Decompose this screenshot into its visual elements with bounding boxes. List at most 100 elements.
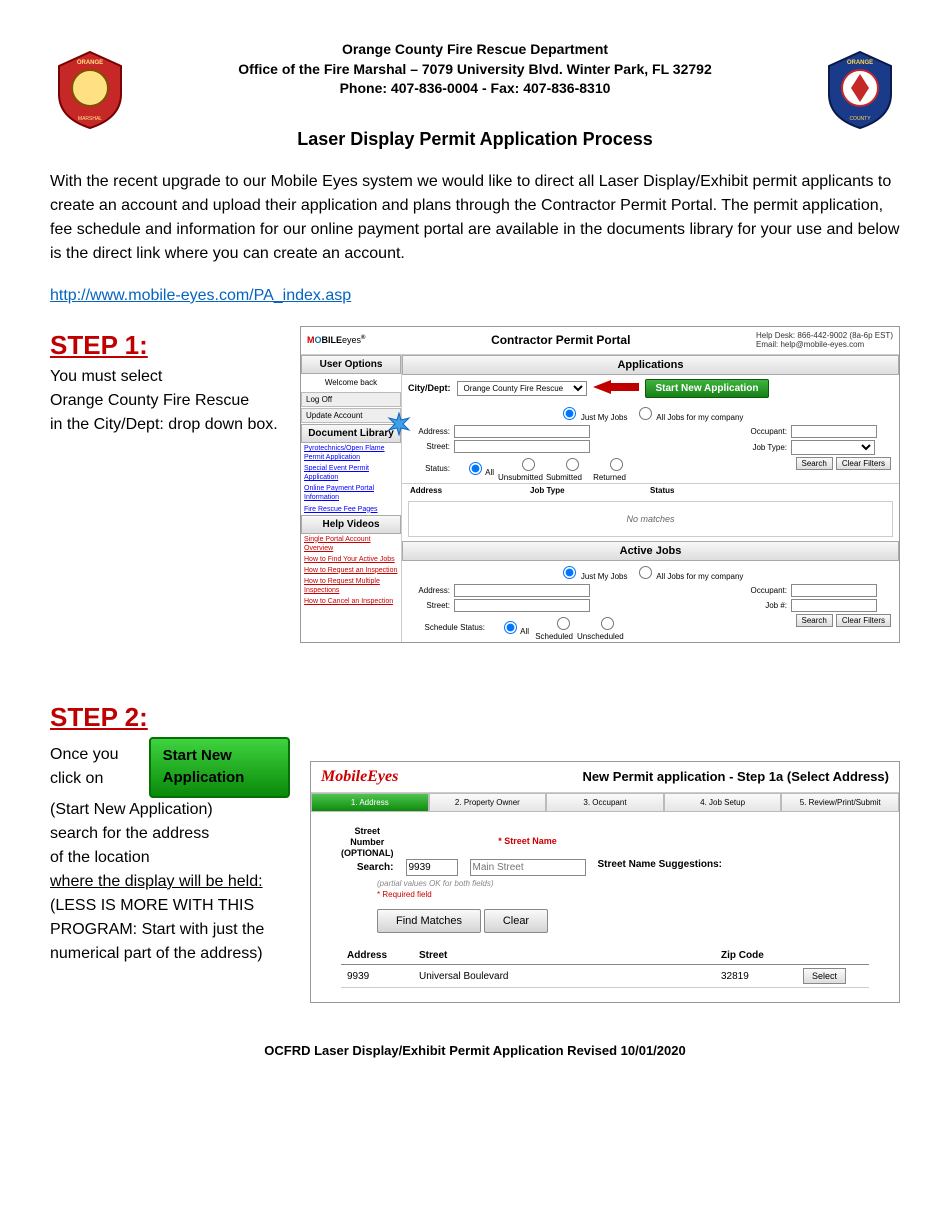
doc-link[interactable]: Fire Rescue Fee Pages [301, 504, 401, 515]
street-name-input[interactable] [470, 859, 586, 876]
aj-address-label: Address: [410, 586, 450, 595]
sched-unscheduled-radio[interactable]: Unscheduled [577, 614, 617, 641]
video-link[interactable]: How to Request an Inspection [301, 565, 401, 576]
aj-occupant-label: Occupant: [737, 586, 787, 595]
screenshot-step1: MOBILEeyes® Contractor Permit Portal Hel… [300, 326, 900, 643]
clear-button[interactable]: Clear [484, 909, 548, 933]
find-matches-button[interactable]: Find Matches [377, 909, 481, 933]
status-all-radio[interactable]: All [454, 459, 494, 477]
sched-all-radio[interactable]: All [489, 618, 529, 636]
street-number-label: Street Number (OPTIONAL) [341, 826, 394, 858]
search-button[interactable]: Search [796, 457, 833, 470]
video-link[interactable]: How to Cancel an Inspection [301, 596, 401, 607]
aj-street-label: Street: [410, 601, 450, 610]
help-videos-header: Help Videos [301, 515, 401, 534]
tab-occupant[interactable]: 3. Occupant [546, 793, 664, 812]
step2-heading: STEP 2: [50, 698, 290, 737]
search-label: Search: [357, 862, 394, 873]
portal-link[interactable]: http://www.mobile-eyes.com/PA_index.asp [50, 287, 351, 304]
screenshot-step2: MobileEyes New Permit application - Step… [310, 761, 900, 1003]
result-row: 9939 Universal Boulevard 32819 Select [341, 965, 869, 988]
new-permit-title: New Permit application - Step 1a (Select… [582, 769, 889, 784]
occupant-input[interactable] [791, 425, 877, 438]
no-matches-text: No matches [408, 501, 893, 537]
svg-text:ORANGE: ORANGE [77, 60, 103, 66]
welcome-text: Welcome back [301, 374, 401, 391]
step1-heading: STEP 1: [50, 326, 290, 365]
tab-property-owner[interactable]: 2. Property Owner [429, 793, 547, 812]
helpdesk-phone: Help Desk: 866-442-9002 (8a-6p EST) [756, 331, 893, 340]
th-address: Address [410, 486, 530, 495]
suggestions-label: Street Name Suggestions: [598, 859, 722, 870]
fire-marshal-patch-left: ORANGE MARSHAL [55, 50, 125, 130]
video-link[interactable]: Single Portal Account Overview [301, 534, 401, 554]
cell-address: 9939 [341, 965, 413, 988]
th-jobtype: Job Type [530, 486, 650, 495]
all-jobs-radio[interactable]: All Jobs for my company [634, 404, 744, 422]
aj-occupant-input[interactable] [791, 584, 877, 597]
jobtype-label: Job Type: [737, 443, 787, 452]
tab-address[interactable]: 1. Address [311, 793, 429, 812]
clear-filters-button[interactable]: Clear Filters [836, 457, 891, 470]
red-arrow-icon [593, 380, 639, 396]
portal-title: Contractor Permit Portal [491, 333, 630, 347]
status-ret-radio[interactable]: Returned [586, 455, 626, 482]
cell-street: Universal Boulevard [413, 965, 715, 988]
svg-text:MARSHAL: MARSHAL [78, 116, 102, 122]
applications-header: Applications [402, 355, 899, 375]
header-line-2: Office of the Fire Marshal – 7079 Univer… [50, 60, 900, 80]
schedule-status-label: Schedule Status: [410, 623, 485, 632]
active-all-jobs-radio[interactable]: All Jobs for my company [634, 563, 744, 581]
required-note: * Required field [377, 890, 869, 899]
video-link[interactable]: How to Request Multiple Inspections [301, 576, 401, 596]
just-my-jobs-radio[interactable]: Just My Jobs [558, 404, 628, 422]
aj-street-input[interactable] [454, 599, 590, 612]
aj-jobid-input[interactable] [791, 599, 877, 612]
doc-link[interactable]: Special Event Permit Application [301, 463, 401, 483]
city-dept-select[interactable]: Orange County Fire Rescue [457, 381, 587, 396]
street-label: Street: [410, 442, 450, 451]
video-link[interactable]: How to Find Your Active Jobs [301, 554, 401, 565]
address-input[interactable] [454, 425, 590, 438]
star-callout-icon [389, 418, 409, 438]
active-jobs-header: Active Jobs [402, 541, 899, 561]
address-label: Address: [410, 427, 450, 436]
aj-search-button[interactable]: Search [796, 614, 833, 627]
fire-rescue-patch-right: ORANGE COUNTY [825, 50, 895, 130]
jobtype-select[interactable] [791, 440, 875, 455]
tab-job-setup[interactable]: 4. Job Setup [664, 793, 782, 812]
mobile-eyes-logo: MOBILEeyes® [307, 335, 365, 345]
select-button[interactable]: Select [803, 968, 846, 984]
document-library-header: Document Library [301, 424, 401, 443]
city-dept-label: City/Dept: [408, 383, 451, 393]
partial-hint: (partial values OK for both fields) [377, 879, 869, 888]
th-address: Address [341, 947, 413, 965]
aj-clear-button[interactable]: Clear Filters [836, 614, 891, 627]
doc-link[interactable]: Pyrotechnics/Open Flame Permit Applicati… [301, 443, 401, 463]
status-sub-radio[interactable]: Submitted [542, 455, 582, 482]
header-line-3: Phone: 407-836-0004 - Fax: 407-836-8310 [50, 79, 900, 99]
aj-address-input[interactable] [454, 584, 590, 597]
th-street: Street [413, 947, 715, 965]
update-account-link[interactable]: Update Account [301, 408, 401, 423]
active-just-my-radio[interactable]: Just My Jobs [558, 563, 628, 581]
occupant-label: Occupant: [737, 427, 787, 436]
tab-review[interactable]: 5. Review/Print/Submit [781, 793, 899, 812]
street-number-input[interactable] [406, 859, 458, 876]
svg-text:COUNTY: COUNTY [849, 116, 871, 122]
intro-paragraph: With the recent upgrade to our Mobile Ey… [50, 170, 900, 266]
logoff-link[interactable]: Log Off [301, 392, 401, 407]
aj-jobid-label: Job #: [737, 601, 787, 610]
step1-line3: in the City/Dept: drop down box. [50, 413, 290, 437]
start-new-application-button[interactable]: Start New Application [645, 379, 770, 398]
footer-text: OCFRD Laser Display/Exhibit Permit Appli… [50, 1043, 900, 1058]
cell-zip: 32819 [715, 965, 797, 988]
status-label: Status: [410, 464, 450, 473]
user-options-header: User Options [301, 355, 401, 374]
mobile-eyes-logo: MobileEyes [321, 768, 398, 786]
street-input[interactable] [454, 440, 590, 453]
status-unsub-radio[interactable]: Unsubmitted [498, 455, 538, 482]
svg-text:ORANGE: ORANGE [847, 60, 873, 66]
doc-link[interactable]: Online Payment Portal Information [301, 483, 401, 503]
sched-scheduled-radio[interactable]: Scheduled [533, 614, 573, 641]
